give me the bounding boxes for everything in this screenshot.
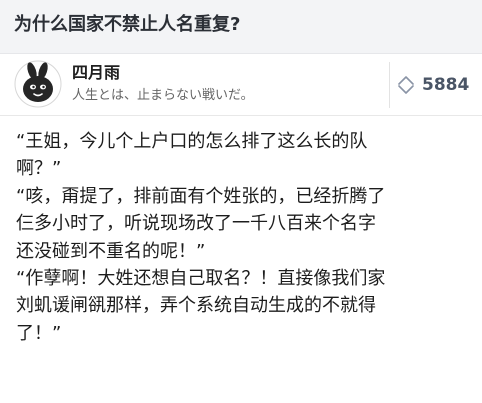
answer-line: 仨多小时了，听说现场改了一千八百来个名字 xyxy=(16,213,376,235)
answer-page: 为什么国家不禁止人名重复? 四月雨 人生とは、止まらない戦いだ。 5884 “王… xyxy=(0,0,482,403)
answer-line: 刘虮谖闸谻那样，弄个系统自动生成的不就得 xyxy=(16,295,376,317)
chevron-up-icon[interactable] xyxy=(398,75,414,85)
answer-line: “咳，甭提了，排前面有个姓张的，已经折腾了 xyxy=(16,185,386,207)
answer-line: “王姐，今儿个上户口的怎么排了这么长的队 xyxy=(16,131,368,152)
vote-divider xyxy=(389,62,390,108)
chevron-down-icon[interactable] xyxy=(398,85,414,95)
vote-button[interactable]: 5884 xyxy=(397,68,469,102)
question-header[interactable]: 为什么国家不禁止人名重复? xyxy=(0,0,482,54)
answer-line: 啊？” xyxy=(16,158,62,180)
vote-count: 5884 xyxy=(422,75,470,95)
rabbit-avatar-icon[interactable] xyxy=(14,60,62,108)
answer-line: 还没碰到不重名的呢！” xyxy=(16,240,206,262)
answer-line: “作孽啊！大姓还想自己取名？！直接像我们家 xyxy=(16,268,386,290)
question-title[interactable]: 为什么国家不禁止人名重复? xyxy=(14,12,468,38)
answer-content: “王姐，今儿个上户口的怎么排了这么长的队 啊？” “咳，甭提了，排前面有个姓张的… xyxy=(0,116,482,347)
author-info: 四月雨 人生とは、止まらない戦いだ。 5884 xyxy=(0,54,482,116)
answer-line: 了！” xyxy=(16,322,62,344)
author-name[interactable]: 四月雨 xyxy=(72,63,120,83)
vote-arrows xyxy=(397,70,415,100)
author-bio: 人生とは、止まらない戦いだ。 xyxy=(72,88,254,103)
